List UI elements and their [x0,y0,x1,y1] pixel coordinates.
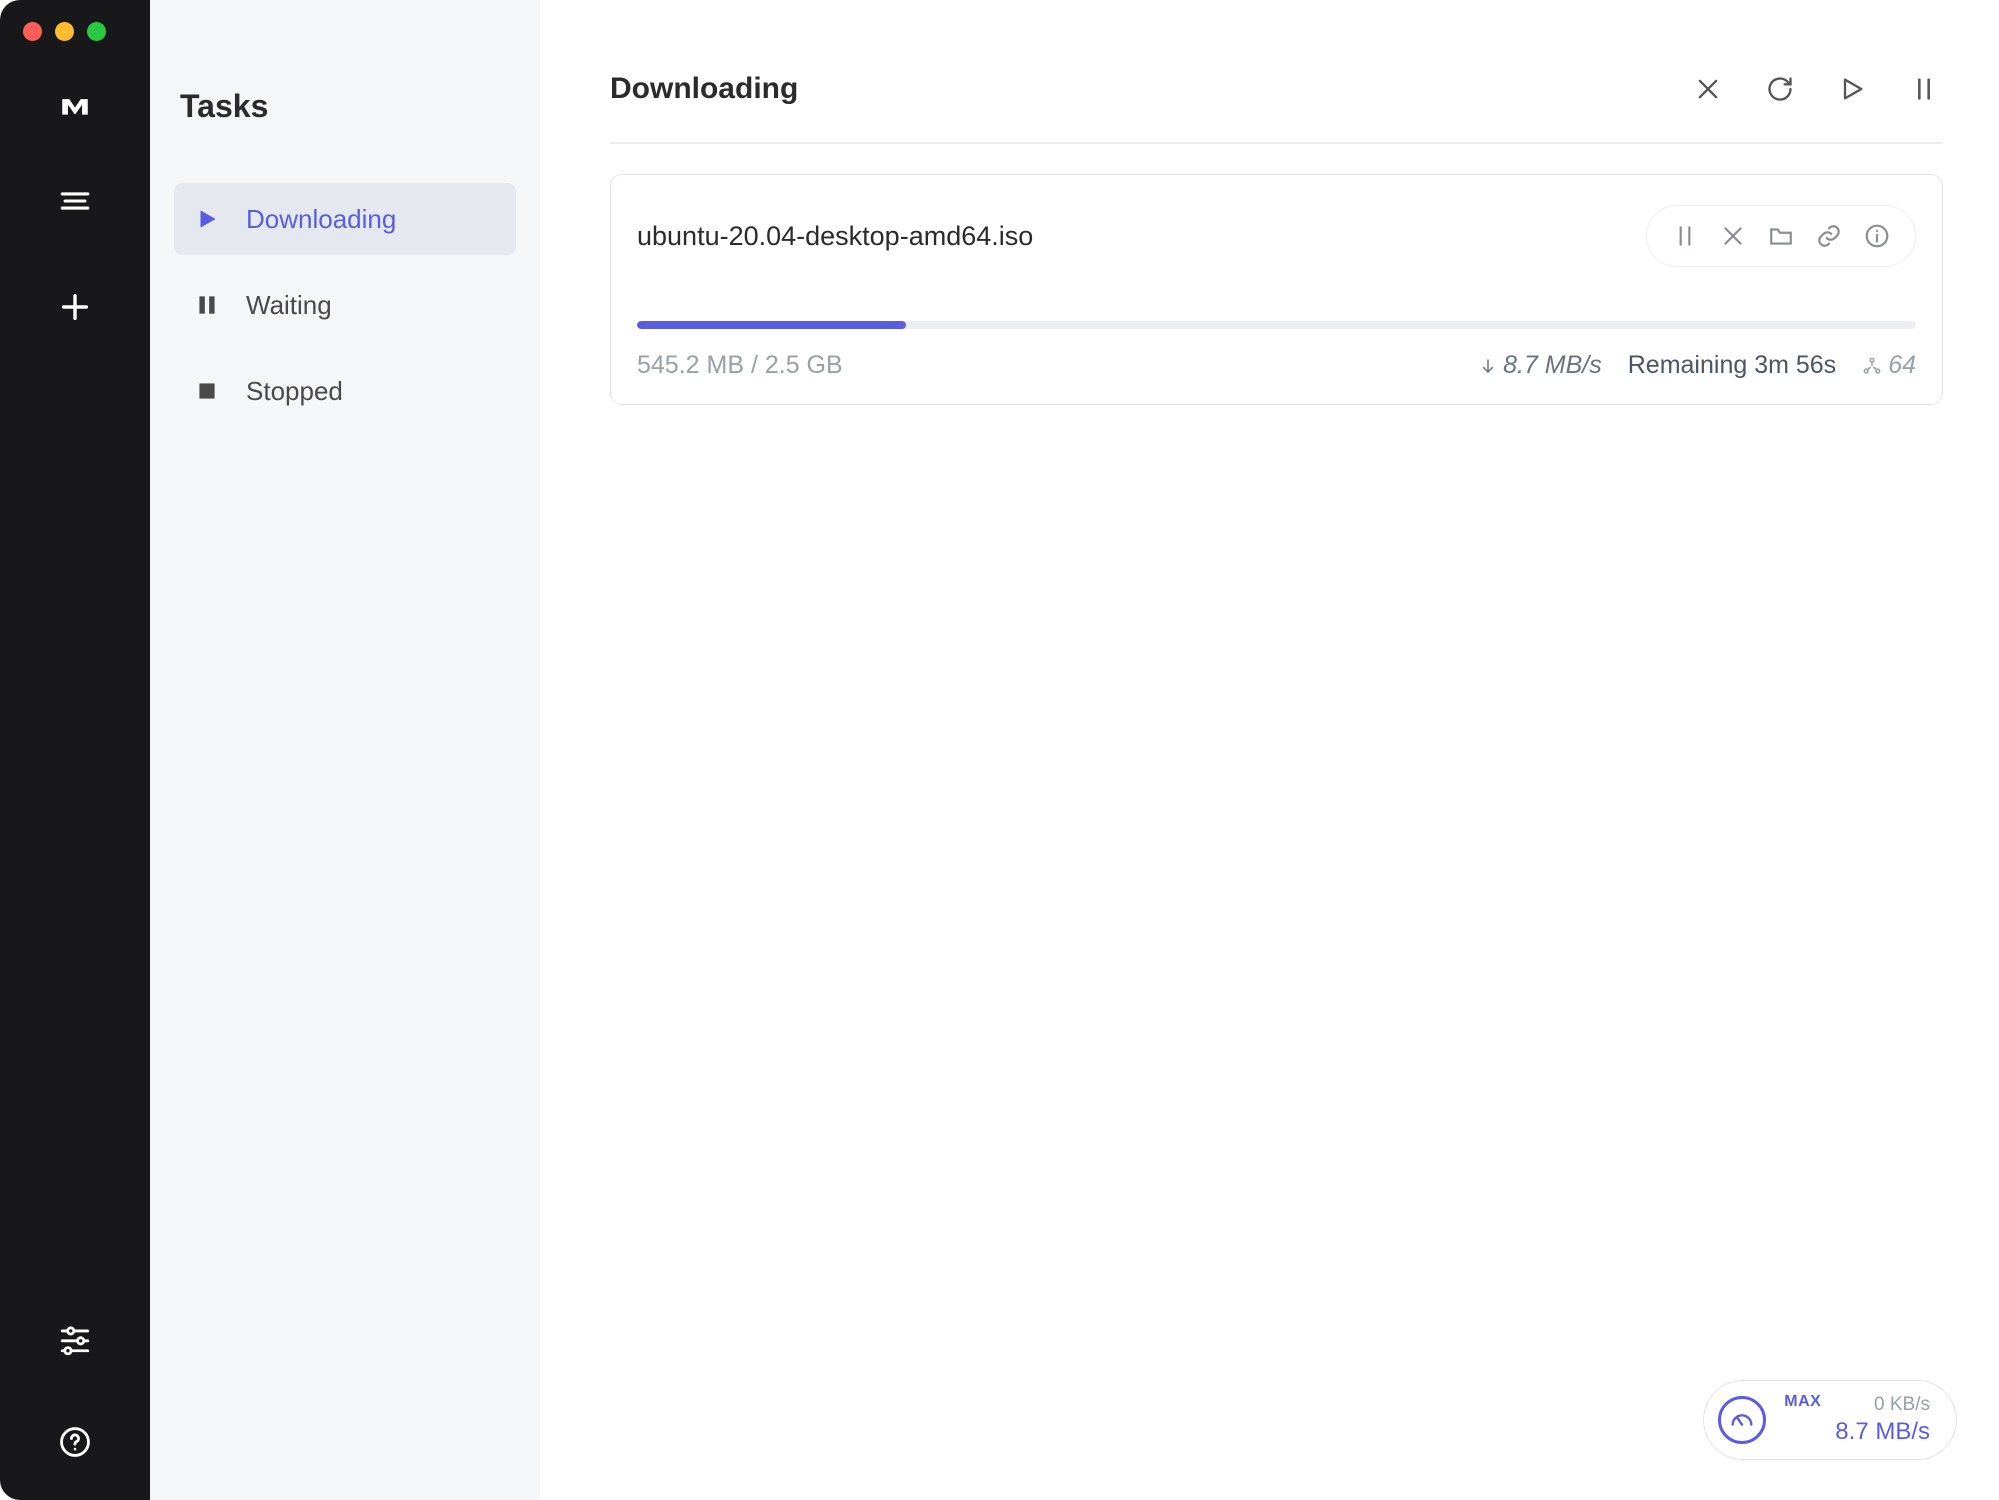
task-link-button[interactable] [1809,216,1849,256]
speed-widget[interactable]: MAX 0 KB/s 8.7 MB/s [1703,1380,1957,1460]
tasks-nav-icon[interactable] [53,179,97,223]
task-pause-button[interactable] [1665,216,1705,256]
task-remaining: Remaining 3m 56s [1628,351,1836,380]
pause-icon [194,292,220,318]
gauge-icon [1718,1396,1766,1444]
minimize-window-icon[interactable] [55,22,74,41]
main-panel: Downloading ubuntu-20.04-desktop-amd64.i… [540,0,1999,1500]
task-delete-button[interactable] [1713,216,1753,256]
resume-all-button[interactable] [1833,70,1871,108]
task-action-bar [1646,205,1916,267]
sidebar-title: Tasks [180,88,516,125]
task-speed: 8.7 MB/s [1479,351,1602,380]
help-icon[interactable] [53,1420,97,1464]
task-folder-button[interactable] [1761,216,1801,256]
maximize-window-icon[interactable] [87,22,106,41]
delete-button[interactable] [1689,70,1727,108]
sidebar-item-label: Waiting [246,290,332,321]
arrow-down-icon [1479,357,1497,375]
task-progress-bar [637,321,1916,329]
sidebar-item-stopped[interactable]: Stopped [174,355,516,427]
task-progress-fill [637,321,906,329]
pause-all-button[interactable] [1905,70,1943,108]
sidebar-item-downloading[interactable]: Downloading [174,183,516,255]
task-info-button[interactable] [1857,216,1897,256]
task-card[interactable]: ubuntu-20.04-desktop-amd64.iso [610,174,1943,405]
settings-icon[interactable] [53,1316,97,1360]
stop-icon [194,378,220,404]
task-peers: 64 [1862,351,1916,380]
sidebar-item-waiting[interactable]: Waiting [174,269,516,341]
main-header: Downloading [610,70,1943,144]
speed-widget-download: 8.7 MB/s [1835,1417,1930,1447]
sidebar-item-label: Stopped [246,376,343,407]
refresh-button[interactable] [1761,70,1799,108]
close-window-icon[interactable] [23,22,42,41]
left-rail [0,0,150,1500]
peers-icon [1862,356,1882,376]
task-size-text: 545.2 MB / 2.5 GB [637,351,843,380]
task-filename: ubuntu-20.04-desktop-amd64.iso [637,221,1033,252]
add-task-icon[interactable] [53,285,97,329]
play-icon [194,206,220,232]
speed-widget-label: MAX [1784,1393,1821,1411]
app-logo-icon [53,87,97,131]
sidebar-item-label: Downloading [246,204,396,235]
page-title: Downloading [610,72,798,106]
window-traffic-lights [23,22,106,41]
task-category-sidebar: Tasks Downloading Waiting Stopped [150,0,540,1500]
speed-widget-upload: 0 KB/s [1874,1393,1930,1417]
task-meta: 8.7 MB/s Remaining 3m 56s 64 [1479,351,1916,380]
